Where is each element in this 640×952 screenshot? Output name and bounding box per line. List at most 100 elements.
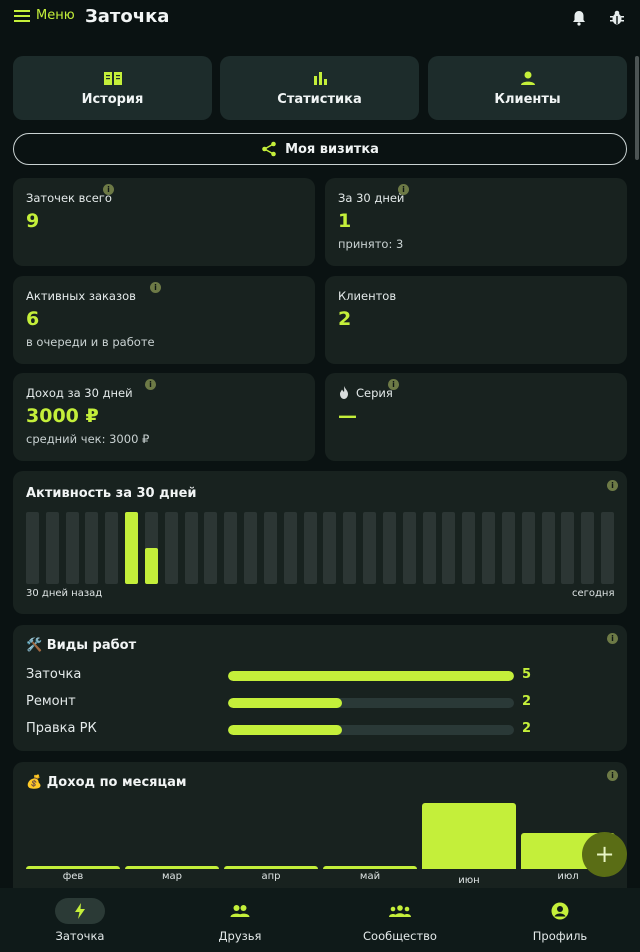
info-icon[interactable]: i	[398, 184, 409, 195]
history-label: История	[81, 91, 144, 107]
stat-card-income: Доход за 30 дней i 3000 ₽ средний чек: 3…	[13, 373, 315, 461]
info-icon[interactable]: i	[607, 770, 618, 781]
history-button[interactable]: История	[13, 56, 212, 120]
stat-subtitle: средний чек: 3000 ₽	[26, 432, 150, 446]
statistics-label: Статистика	[277, 91, 362, 107]
work-type-bar-fill	[228, 698, 343, 708]
bolt-icon	[75, 903, 85, 919]
activity-day-bar	[541, 512, 555, 584]
activity-day-bar	[343, 512, 357, 584]
activity-day-bar	[601, 512, 614, 584]
activity-day-bar	[263, 512, 277, 584]
activity-day-bar	[422, 512, 436, 584]
stat-title: Активных заказов	[26, 289, 136, 303]
profile-icon	[551, 902, 569, 920]
clients-label: Клиенты	[494, 91, 561, 107]
work-type-label: Ремонт	[26, 694, 76, 709]
clients-button[interactable]: Клиенты	[428, 56, 627, 120]
stat-title: За 30 дней	[338, 191, 405, 205]
activity-day-bar	[125, 512, 139, 584]
menu-button[interactable]: Меню	[14, 8, 75, 23]
bug-icon[interactable]	[608, 9, 626, 27]
activity-day-bar	[184, 512, 198, 584]
activity-day-bar	[363, 512, 377, 584]
activity-day-bar	[45, 512, 59, 584]
info-icon[interactable]: i	[607, 480, 618, 491]
activity-day-bar	[462, 512, 476, 584]
work-type-bar	[228, 671, 514, 681]
month-label: мар	[161, 871, 183, 882]
stat-subtitle: принято: 3	[338, 237, 404, 251]
stat-card-active-orders: Активных заказов i 6 в очереди и в работ…	[13, 276, 315, 364]
scrollbar[interactable]	[635, 56, 639, 160]
activity-day-bar	[561, 512, 575, 584]
business-card-button[interactable]: Моя визитка	[13, 133, 627, 165]
stat-value: 3000 ₽	[26, 405, 99, 427]
bottom-nav-profile[interactable]: Профиль	[480, 888, 640, 952]
month-income-bar	[26, 866, 120, 869]
activity-title: Активность за 30 дней	[26, 486, 197, 501]
info-icon[interactable]: i	[103, 184, 114, 195]
activity-day-bar	[204, 512, 218, 584]
stat-card-streak: Серия i —	[325, 373, 627, 461]
month-label: фев	[62, 871, 84, 882]
work-type-count: 5	[522, 667, 532, 682]
top-app-bar: Меню Заточка	[0, 0, 640, 40]
friends-icon	[230, 905, 250, 917]
month-label: май	[359, 871, 381, 882]
activity-day-bar	[283, 512, 297, 584]
info-icon[interactable]: i	[145, 379, 156, 390]
activity-day-fill	[144, 548, 158, 584]
business-card-label: Моя визитка	[285, 141, 379, 157]
activity-day-bar	[501, 512, 515, 584]
work-type-bar-fill	[228, 671, 514, 681]
month-income-bar	[125, 866, 219, 869]
bottom-nav-label: Сообщество	[363, 929, 437, 943]
stat-value: 6	[26, 308, 40, 330]
activity-day-bar	[482, 512, 496, 584]
activity-start-label: 30 дней назад	[26, 588, 103, 599]
work-type-bar-fill	[228, 725, 343, 735]
activity-day-bar	[521, 512, 535, 584]
month-label: апр	[261, 871, 281, 882]
stat-value: 9	[26, 210, 40, 232]
stat-value: 1	[338, 210, 352, 232]
info-icon[interactable]: i	[388, 379, 399, 390]
activity-day-bar	[402, 512, 416, 584]
bottom-nav-sharpening[interactable]: Заточка	[0, 888, 160, 952]
menu-icon	[14, 9, 30, 22]
bell-icon[interactable]	[570, 9, 588, 27]
info-icon[interactable]: i	[150, 282, 161, 293]
work-type-bar	[228, 725, 514, 735]
bottom-navigation: Заточка Друзья Сообщество Профиль	[0, 888, 640, 952]
fire-icon	[340, 386, 348, 399]
work-types-title: 🛠️ Виды работ	[26, 638, 137, 653]
activity-day-bar	[442, 512, 456, 584]
activity-day-bar	[303, 512, 317, 584]
activity-day-bar	[164, 512, 178, 584]
work-type-count: 2	[522, 721, 532, 736]
stat-value: —	[338, 405, 357, 427]
activity-day-bar	[224, 512, 238, 584]
bottom-nav-label: Заточка	[55, 929, 105, 943]
bottom-nav-label: Друзья	[218, 929, 262, 943]
community-icon	[389, 905, 411, 917]
stat-title: Заточек всего	[26, 191, 112, 205]
bottom-nav-community[interactable]: Сообщество	[320, 888, 480, 952]
stat-title: Доход за 30 дней	[26, 386, 133, 400]
activity-day-bar	[581, 512, 595, 584]
activity-day-bar	[382, 512, 396, 584]
stat-subtitle: в очереди и в работе	[26, 335, 155, 349]
activity-day-bar	[105, 512, 119, 584]
bottom-nav-label: Профиль	[532, 929, 588, 943]
page-title: Заточка	[85, 6, 170, 27]
month-income-bar	[422, 803, 516, 869]
info-icon[interactable]: i	[607, 633, 618, 644]
stat-value: 2	[338, 308, 352, 330]
add-button[interactable]: +	[582, 832, 627, 877]
person-icon	[520, 71, 535, 85]
book-icon	[103, 71, 122, 85]
bottom-nav-friends[interactable]: Друзья	[160, 888, 320, 952]
statistics-button[interactable]: Статистика	[220, 56, 419, 120]
share-icon	[262, 141, 276, 157]
